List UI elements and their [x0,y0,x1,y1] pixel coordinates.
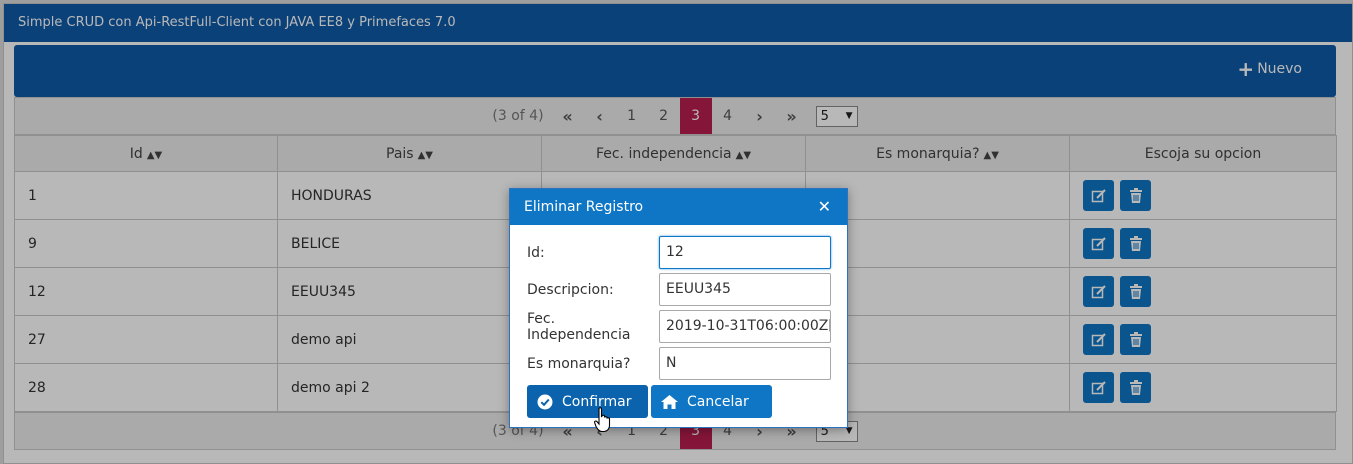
field-monarquia-row: Es monarquia? N [527,347,831,380]
confirm-button[interactable]: Confirmar [527,385,648,418]
delete-dialog: Eliminar Registro ✕ Id: 12 Descripcion: … [509,188,848,428]
field-id-row: Id: 12 [527,236,831,269]
field-descripcion-row: Descripcion: EEUU345 [527,273,831,306]
dialog-header: Eliminar Registro ✕ [510,189,847,225]
close-icon[interactable]: ✕ [818,189,831,225]
home-icon [661,394,678,409]
id-field[interactable]: 12 [659,236,831,269]
field-fecha-label: Fec. Independencia [527,310,631,343]
descripcion-field[interactable]: EEUU345 [659,273,831,306]
field-fecha-row: Fec. Independencia 2019-10-31T06:00:00Z[… [527,310,831,343]
cancel-label: Cancelar [687,393,749,410]
hand-cursor-icon [594,407,611,433]
dialog-title: Eliminar Registro [524,199,644,215]
fecha-field[interactable]: 2019-10-31T06:00:00Z[U [659,310,831,343]
field-id-label: Id: [527,244,545,261]
monarquia-field[interactable]: N [659,347,831,380]
field-descripcion-label: Descripcion: [527,281,614,298]
field-monarquia-label: Es monarquia? [527,355,631,372]
cancel-button[interactable]: Cancelar [651,385,772,418]
check-circle-icon [537,394,553,409]
